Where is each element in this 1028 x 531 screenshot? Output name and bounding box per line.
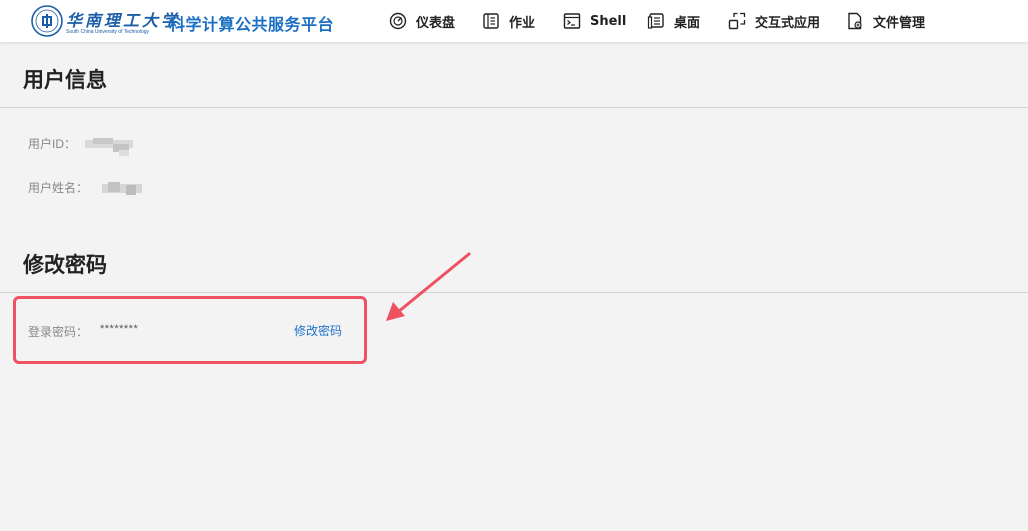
annotation-arrow [386,252,471,321]
